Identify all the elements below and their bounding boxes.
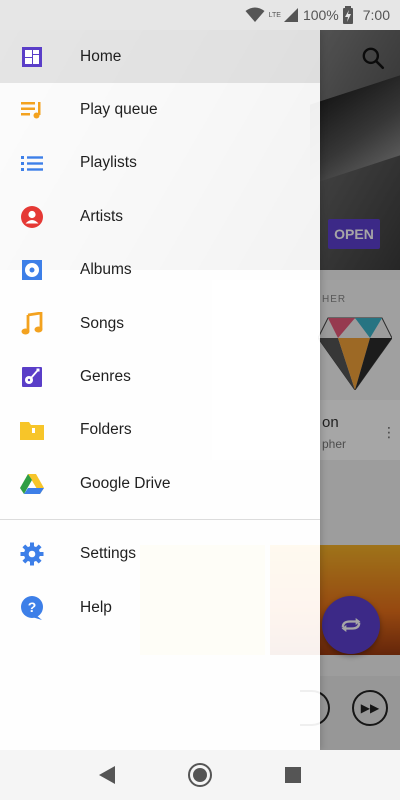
gear-icon	[19, 541, 45, 567]
svg-text:?: ?	[28, 599, 37, 615]
drawer-item-google-drive[interactable]: Google Drive	[0, 457, 320, 510]
drawer-item-albums[interactable]: Albums	[0, 244, 320, 297]
drawer-item-label: Google Drive	[80, 474, 171, 492]
drawer-item-label: Playlists	[80, 154, 137, 172]
recents-icon	[285, 767, 302, 783]
drawer-item-settings[interactable]: Settings	[0, 528, 320, 581]
drawer-item-playlists[interactable]: Playlists	[0, 137, 320, 190]
status-bar: LTE 100% 7:00	[0, 0, 400, 30]
home-button[interactable]	[185, 760, 215, 790]
back-icon	[98, 766, 115, 784]
google-drive-icon	[19, 471, 45, 497]
drawer-item-label: Folders	[80, 421, 132, 439]
drawer-secondary-menu: Settings ? Help	[0, 528, 320, 635]
navigation-drawer: Home Play queue Playlists Artists Albums…	[0, 30, 320, 750]
drawer-item-songs[interactable]: Songs	[0, 297, 320, 350]
clock: 7:00	[362, 7, 390, 23]
playlists-icon	[19, 150, 45, 176]
recents-button[interactable]	[278, 760, 308, 790]
system-nav-bar	[0, 750, 400, 800]
drawer-item-label: Artists	[80, 207, 124, 225]
drawer-scrim[interactable]	[320, 30, 400, 750]
drawer-item-home[interactable]: Home	[0, 30, 320, 84]
drawer-item-play-queue[interactable]: Play queue	[0, 83, 320, 136]
music-note-icon	[19, 311, 45, 337]
drawer-item-label: Albums	[80, 261, 132, 279]
drawer-item-help[interactable]: ? Help	[0, 581, 320, 634]
drawer-item-genres[interactable]: Genres	[0, 350, 320, 403]
battery-percent: 100%	[302, 7, 339, 23]
folder-icon	[19, 417, 45, 443]
drawer-item-folders[interactable]: Folders	[0, 404, 320, 457]
network-type: LTE	[268, 12, 281, 19]
drawer-item-label: Genres	[80, 368, 131, 386]
drawer-item-label: Songs	[80, 314, 124, 332]
drawer-item-label: Home	[80, 47, 122, 65]
guitar-icon	[19, 364, 45, 390]
drawer-menu: Home Play queue Playlists Artists Albums…	[0, 30, 320, 511]
artist-icon	[19, 204, 45, 230]
album-icon	[19, 257, 45, 283]
home-icon	[19, 44, 45, 70]
drawer-item-label: Help	[80, 598, 112, 616]
drawer-divider	[0, 518, 320, 520]
drawer-item-artists[interactable]: Artists	[0, 190, 320, 243]
battery-charging-icon	[342, 6, 353, 24]
cell-signal-icon	[283, 8, 298, 22]
wifi-icon	[245, 7, 265, 22]
home-circle-icon	[187, 763, 212, 787]
drawer-item-label: Play queue	[80, 101, 158, 119]
drawer-item-label: Settings	[80, 545, 137, 563]
back-button[interactable]	[92, 760, 122, 790]
help-icon: ?	[19, 595, 45, 621]
play-queue-icon	[19, 97, 45, 123]
